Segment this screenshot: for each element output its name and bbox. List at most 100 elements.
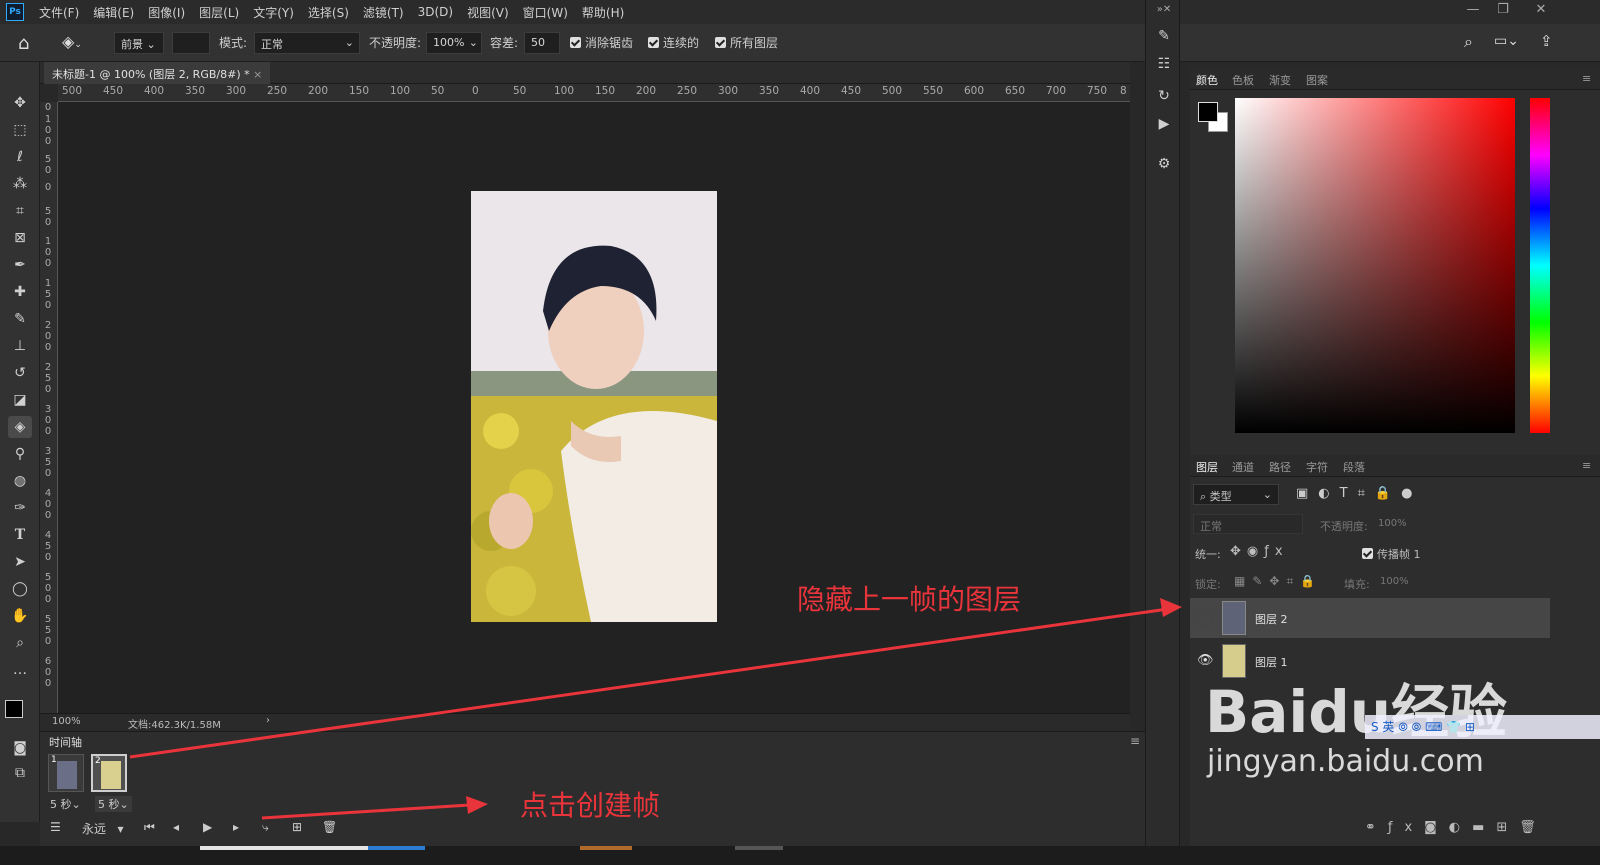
ime-toolbar[interactable]: S 英 ⦾ ⦾ ⌨ 👕 ⊞ — [1365, 715, 1600, 739]
menu-image[interactable]: 图像(I) — [141, 4, 192, 21]
layer-row[interactable]: 图层 2 — [1190, 598, 1550, 638]
next-frame-icon[interactable]: ▸ — [233, 820, 239, 834]
dodge-tool-icon[interactable]: ⚲ — [8, 443, 32, 465]
taskbar-item[interactable] — [368, 846, 425, 850]
properties-icon[interactable]: ⚙ — [1154, 156, 1174, 176]
menu-view[interactable]: 视图(V) — [460, 4, 516, 21]
timeline-frame[interactable]: 2 — [91, 754, 127, 792]
layer-opacity-value[interactable]: 100% — [1378, 518, 1407, 529]
foreground-color-swatch[interactable] — [1198, 102, 1218, 122]
collapse-icon[interactable]: »✕ — [1154, 4, 1174, 24]
tab-channels[interactable]: 通道 — [1232, 459, 1254, 475]
zoom-tool-icon[interactable]: ⌕ — [8, 632, 32, 654]
convert-timeline-icon[interactable]: ☰ — [50, 820, 61, 834]
pen-tool-icon[interactable]: ✑ — [8, 497, 32, 519]
mode-select[interactable]: 正常 ⌄ — [254, 32, 360, 54]
tab-paragraph[interactable]: 段落 — [1343, 459, 1365, 475]
unify-icons[interactable]: ✥◉ƒx — [1230, 544, 1289, 559]
play-icon[interactable]: ▶ — [203, 820, 212, 834]
eyedropper-tool-icon[interactable]: ✒ — [8, 254, 32, 276]
stamp-tool-icon[interactable]: ⊥ — [8, 335, 32, 357]
frame-tool-icon[interactable]: ⊠ — [8, 227, 32, 249]
panel-menu-icon[interactable]: ≡ — [1582, 72, 1591, 85]
propagate-frame-checkbox[interactable]: 传播帧 1 — [1362, 546, 1421, 562]
opacity-input[interactable]: 100% ⌄ — [426, 32, 482, 54]
loop-select[interactable]: 永远 ▾ — [82, 820, 123, 837]
canvas[interactable] — [58, 102, 1130, 714]
menu-edit[interactable]: 编辑(E) — [86, 4, 141, 21]
panel-menu-icon[interactable]: ≡ — [1130, 734, 1140, 748]
close-icon[interactable]: ✕ — [1530, 2, 1552, 20]
tab-patterns[interactable]: 图案 — [1306, 72, 1328, 88]
paint-bucket-tool-icon[interactable]: ◈ — [8, 416, 32, 438]
close-tab-icon[interactable]: × — [253, 68, 262, 81]
blend-mode-select[interactable]: 正常 — [1193, 514, 1303, 534]
more-tools-icon[interactable]: … — [8, 659, 32, 681]
contiguous-checkbox[interactable]: 连续的 — [648, 34, 699, 51]
timeline-frame[interactable]: 1 — [48, 754, 84, 792]
type-tool-icon[interactable]: T — [8, 524, 32, 546]
marquee-tool-icon[interactable]: ⬚ — [8, 119, 32, 141]
zoom-level[interactable]: 100% — [52, 716, 81, 727]
actions-play-icon[interactable]: ▶ — [1154, 116, 1174, 136]
layer-name[interactable]: 图层 2 — [1255, 611, 1288, 627]
magic-wand-tool-icon[interactable]: ⁂ — [8, 173, 32, 195]
paint-bucket-preset-icon[interactable]: ◈⌄ — [62, 32, 82, 51]
healing-brush-tool-icon[interactable]: ✚ — [8, 281, 32, 303]
previous-frame-icon[interactable]: ◂ — [173, 820, 179, 834]
taskbar-item[interactable] — [200, 846, 368, 850]
layer-row[interactable]: 👁 图层 1 — [1190, 641, 1550, 681]
history-brush-tool-icon[interactable]: ↺ — [8, 362, 32, 384]
brush-tool-icon[interactable]: ✎ — [8, 308, 32, 330]
share-icon[interactable]: ⇪ — [1540, 32, 1553, 50]
tab-color[interactable]: 颜色 — [1196, 72, 1218, 88]
sponge-tool-icon[interactable]: ◍ — [8, 470, 32, 492]
home-icon[interactable]: ⌂ — [18, 33, 29, 54]
tween-icon[interactable]: ⤷ — [262, 820, 269, 835]
tab-character[interactable]: 字符 — [1306, 459, 1328, 475]
status-menu-icon[interactable]: › — [266, 715, 270, 726]
menu-file[interactable]: 文件(F) — [32, 4, 86, 21]
menu-3d[interactable]: 3D(D) — [411, 5, 460, 19]
move-tool-icon[interactable]: ✥ — [8, 92, 32, 114]
eye-icon[interactable]: 👁 — [1197, 653, 1214, 668]
tab-swatches[interactable]: 色板 — [1232, 72, 1254, 88]
fill-value[interactable]: 100% — [1380, 576, 1409, 587]
taskbar-item[interactable] — [580, 846, 632, 850]
ellipse-tool-icon[interactable]: ◯ — [8, 578, 32, 600]
panel-menu-icon[interactable]: ≡ — [1582, 459, 1591, 472]
layer-filter-icons[interactable]: ▣◐T⌗🔒● — [1296, 486, 1422, 501]
menu-layer[interactable]: 图层(L) — [192, 4, 246, 21]
restore-icon[interactable]: ❐ — [1492, 2, 1514, 20]
workspace-icon[interactable]: ▭⌄ — [1494, 33, 1519, 49]
eraser-tool-icon[interactable]: ◪ — [8, 389, 32, 411]
tab-paths[interactable]: 路径 — [1269, 459, 1291, 475]
first-frame-icon[interactable]: ⏮ — [144, 820, 155, 835]
screen-mode-icon[interactable]: ⧉ — [8, 762, 32, 784]
menu-help[interactable]: 帮助(H) — [575, 4, 631, 21]
menu-filter[interactable]: 滤镜(T) — [356, 4, 411, 21]
visibility-toggle[interactable] — [1198, 611, 1212, 625]
lasso-tool-icon[interactable]: ℓ — [8, 146, 32, 168]
document-tab[interactable]: 未标题-1 @ 100% (图层 2, RGB/8#) * × — [44, 62, 271, 84]
antialias-checkbox[interactable]: 消除锯齿 — [570, 34, 633, 51]
minimize-icon[interactable]: — — [1462, 2, 1484, 20]
color-field[interactable] — [1235, 98, 1515, 433]
hue-slider[interactable] — [1530, 98, 1550, 433]
delete-frame-icon[interactable]: 🗑 — [322, 820, 337, 834]
path-selection-tool-icon[interactable]: ➤ — [8, 551, 32, 573]
fill-source-select[interactable]: 前景 ⌄ — [114, 32, 164, 54]
lock-icons[interactable]: ▦✎✥⌗🔒 — [1234, 574, 1322, 589]
search-icon[interactable]: ⌕ — [1464, 32, 1473, 52]
all-layers-checkbox[interactable]: 所有图层 — [715, 34, 778, 51]
menu-type[interactable]: 文字(Y) — [246, 4, 301, 21]
taskbar-item[interactable] — [735, 846, 783, 850]
brush-settings-icon[interactable]: ✎ — [1154, 28, 1174, 48]
foreground-color-swatch[interactable] — [5, 700, 23, 718]
duplicate-frame-icon[interactable]: ⊞ — [292, 820, 302, 834]
layer-footer-icons[interactable]: ⚭ƒx◙◐▬⊞🗑 — [1365, 820, 1548, 835]
pattern-picker[interactable] — [172, 32, 210, 54]
menu-window[interactable]: 窗口(W) — [516, 4, 575, 21]
history-icon[interactable]: ↻ — [1154, 88, 1174, 108]
layer-filter-select[interactable]: ⌕ 类型 ⌄ — [1193, 484, 1279, 505]
